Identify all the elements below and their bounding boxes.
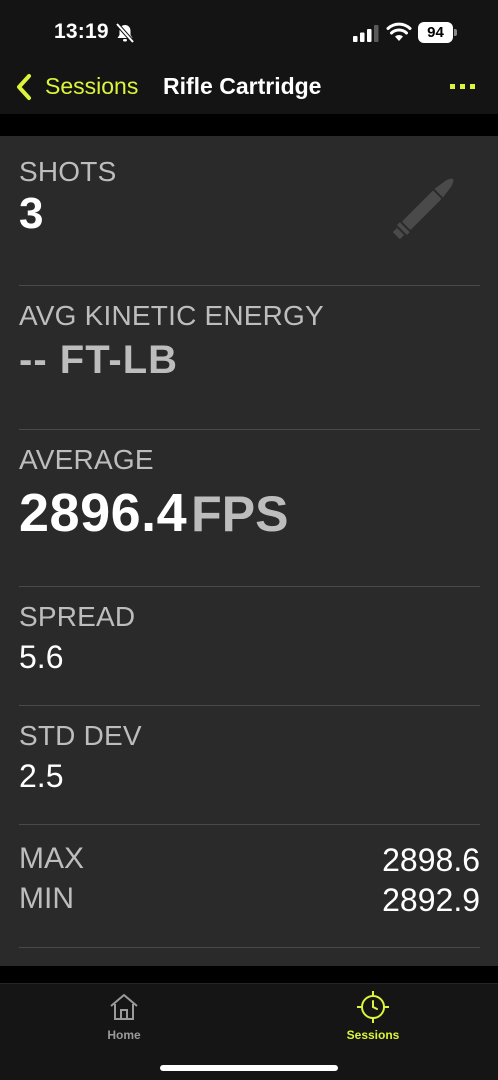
std-dev-value: 2.5 (19, 758, 64, 794)
session-stats-card: SHOTS 3 AVG KINETIC ENERGY -- FT-LB AVER… (0, 136, 498, 966)
divider (19, 824, 480, 825)
tab-sessions-label: Sessions (346, 1028, 400, 1042)
bell-off-icon (115, 22, 135, 44)
divider (19, 429, 480, 430)
spread-section: SPREAD 5.6 (19, 601, 480, 676)
shots-value: 3 (19, 189, 44, 238)
max-label: MAX (19, 842, 85, 875)
home-indicator (160, 1065, 338, 1071)
shots-section: SHOTS 3 (19, 156, 480, 239)
average-value: 2896.4 (19, 483, 188, 543)
average-label: AVERAGE (19, 444, 154, 475)
kinetic-energy-value: -- FT-LB (19, 338, 179, 382)
top-spacer (0, 114, 498, 136)
max-value: 2898.6 (382, 842, 480, 878)
crosshair-clock-icon (357, 991, 389, 1023)
divider (19, 705, 480, 706)
tab-home[interactable]: Home (69, 990, 179, 1050)
average-unit: FPS (191, 486, 289, 542)
min-value: 2892.9 (382, 882, 480, 918)
nav-bar: Sessions Rifle Cartridge (0, 64, 498, 114)
std-dev-section: STD DEV 2.5 (19, 720, 480, 795)
signal-icon (353, 25, 379, 42)
shots-label: SHOTS (19, 156, 117, 187)
page-title: Rifle Cartridge (163, 73, 322, 99)
status-time: 13:19 (54, 20, 109, 43)
back-button[interactable]: Sessions (45, 73, 138, 100)
min-row: MIN 2892.9 (19, 882, 480, 922)
min-label: MIN (19, 882, 74, 915)
kinetic-energy-section: AVG KINETIC ENERGY -- FT-LB (19, 300, 480, 383)
wifi-icon (386, 22, 412, 41)
tab-home-label: Home (107, 1028, 141, 1042)
std-dev-label: STD DEV (19, 720, 142, 751)
tab-sessions[interactable]: Sessions (318, 990, 428, 1050)
battery-cap (454, 29, 457, 36)
more-options-button[interactable] (450, 82, 478, 92)
max-min-section: MAX 2898.6 MIN 2892.9 (19, 842, 480, 922)
spread-label: SPREAD (19, 601, 136, 632)
battery-indicator: 94 (418, 22, 458, 43)
spread-value: 5.6 (19, 639, 64, 675)
battery-level: 94 (418, 22, 453, 43)
max-row: MAX 2898.6 (19, 842, 480, 882)
divider (19, 285, 480, 286)
kinetic-energy-label: AVG KINETIC ENERGY (19, 300, 324, 331)
average-row: 2896.4FPS (19, 482, 480, 544)
back-chevron-icon[interactable] (14, 73, 34, 101)
home-icon (110, 994, 138, 1020)
average-section: AVERAGE 2896.4FPS (19, 444, 480, 544)
divider (19, 947, 480, 948)
status-bar: 13:19 94 (0, 0, 498, 64)
bottom-spacer (0, 966, 498, 983)
divider (19, 586, 480, 587)
